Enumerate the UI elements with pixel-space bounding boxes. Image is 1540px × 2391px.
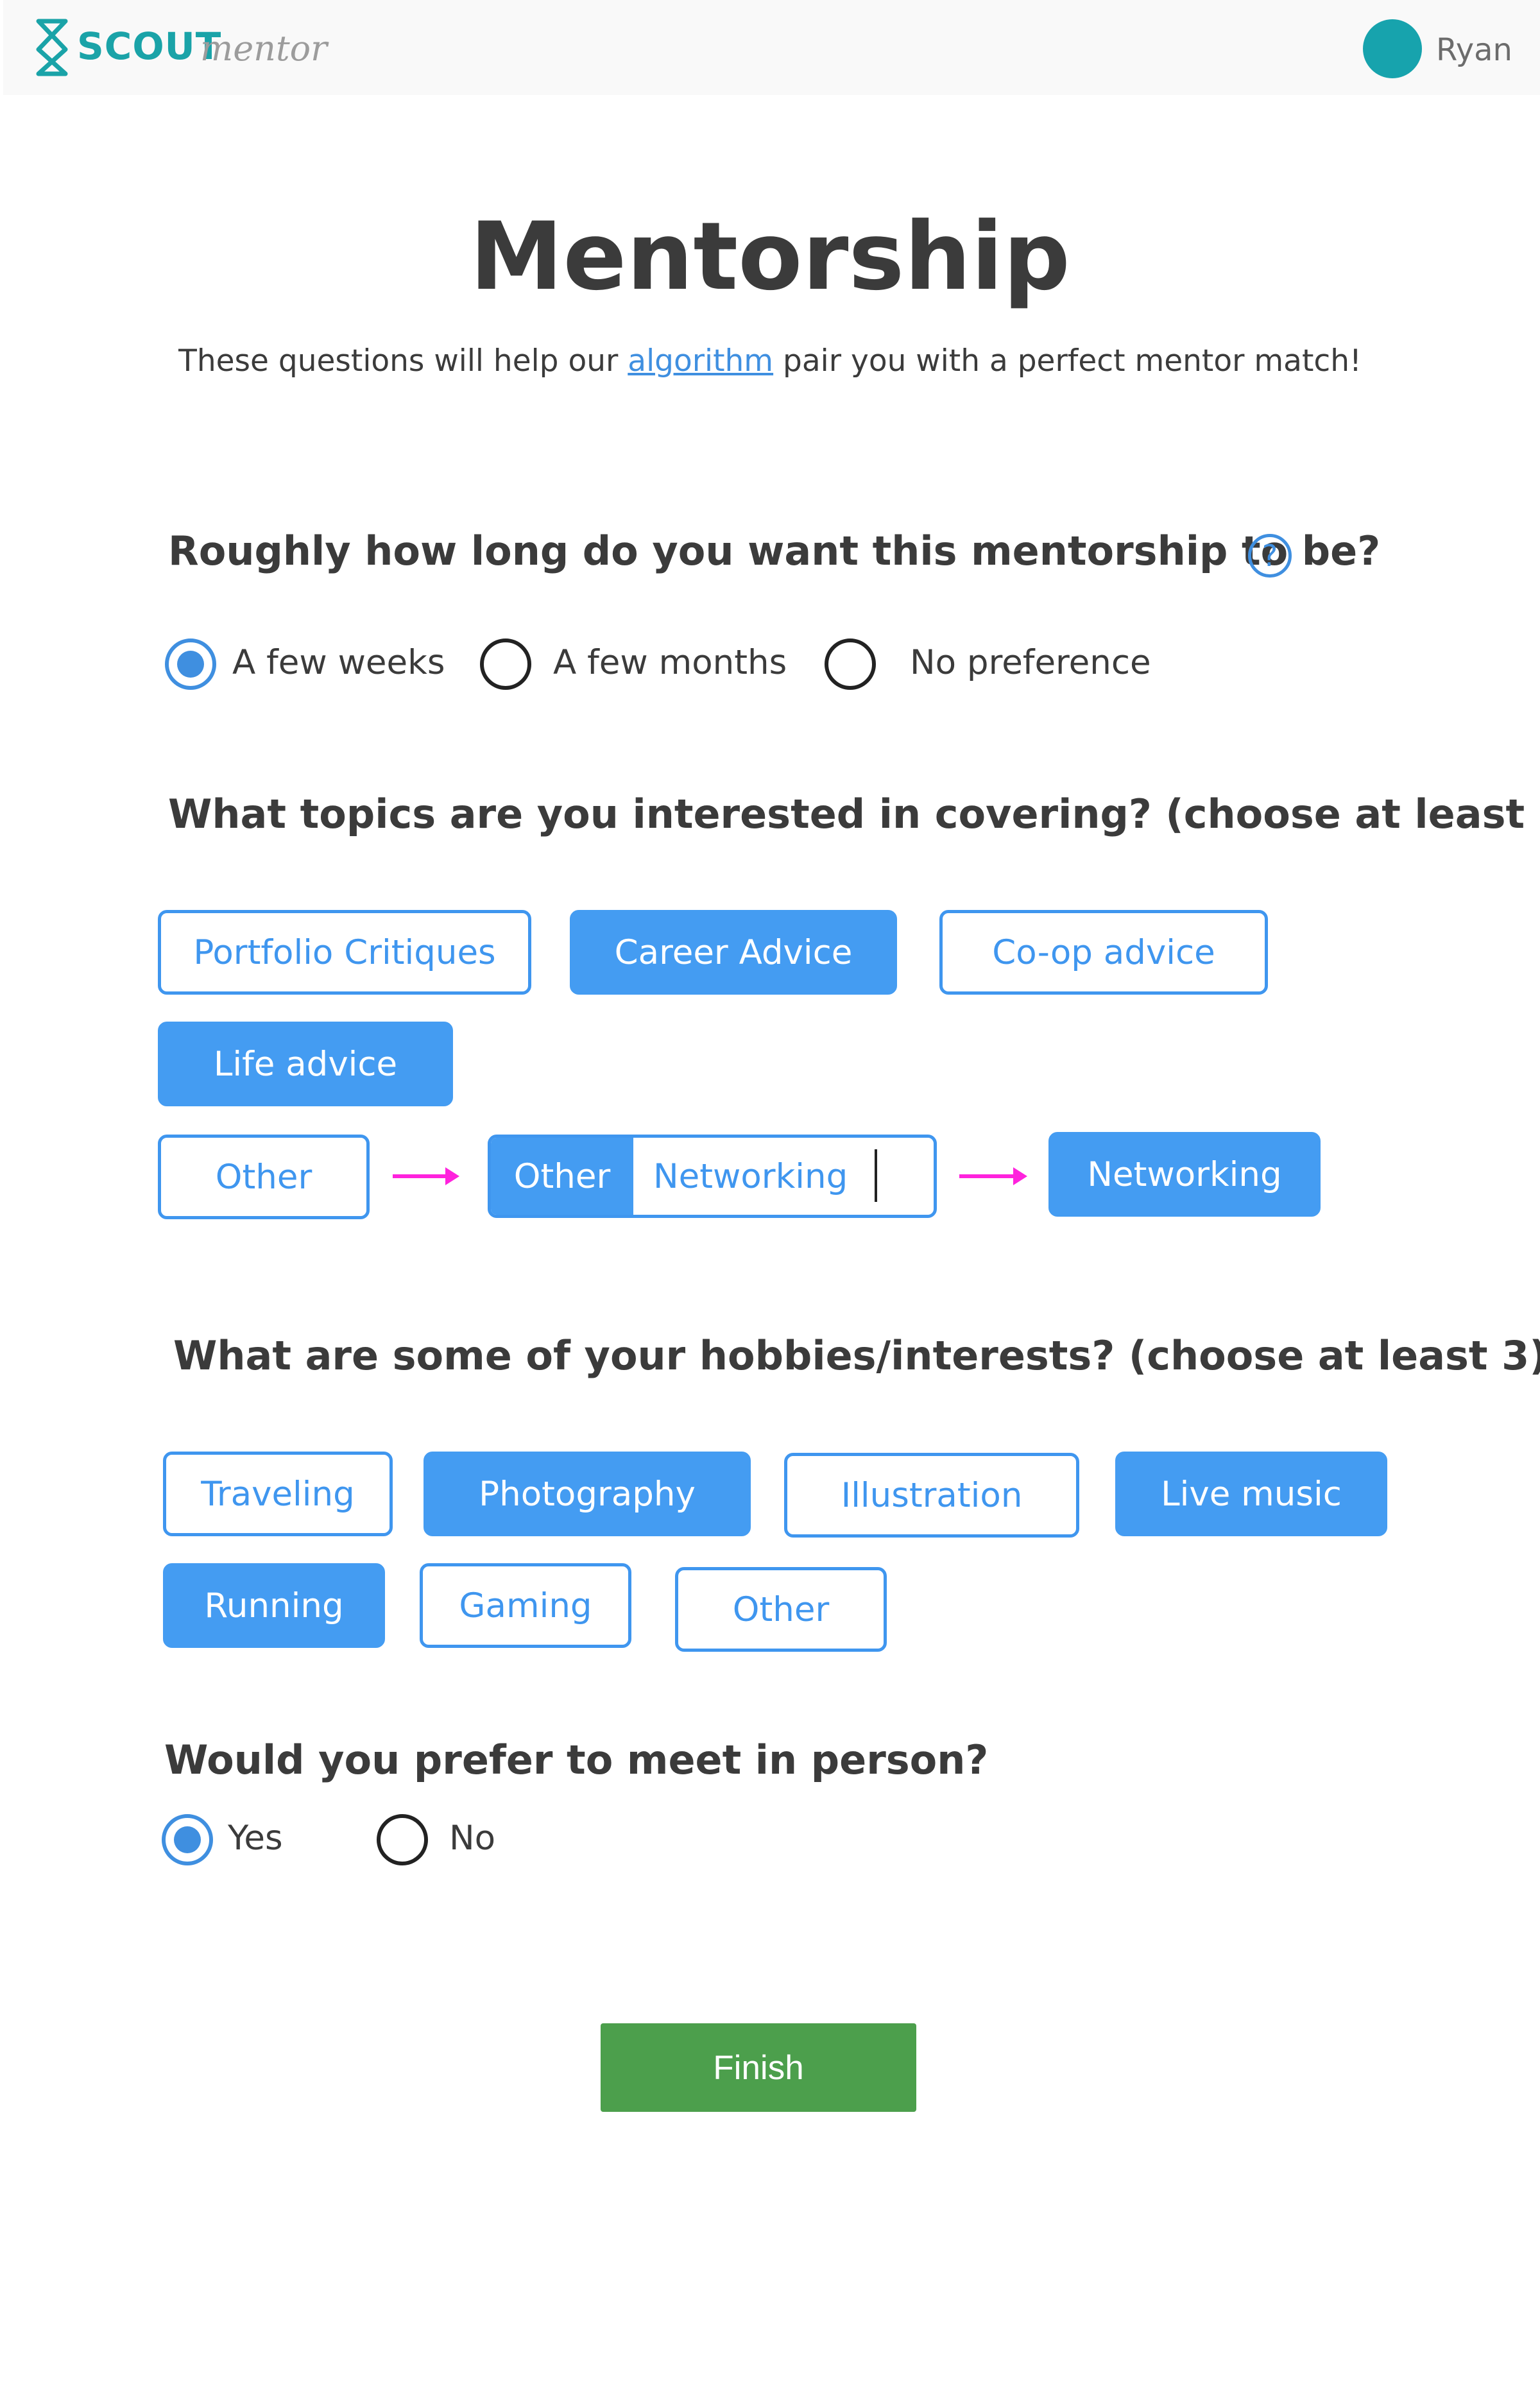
page-title: Mentorship (470, 202, 1070, 311)
chip-live-music[interactable]: Live music (1115, 1452, 1387, 1536)
user-name[interactable]: Ryan (1436, 32, 1512, 68)
chip-life-advice[interactable]: Life advice (158, 1022, 453, 1106)
annotation-arrow (959, 1167, 1027, 1185)
chip-networking[interactable]: Networking (1048, 1132, 1321, 1217)
radio-label-yes: Yes (228, 1819, 283, 1858)
other-tag: Other (491, 1138, 633, 1215)
meet-in-person-question: Would you prefer to meet in person? (164, 1736, 989, 1783)
annotation-arrow (393, 1167, 459, 1185)
radio-a-few-months[interactable] (480, 638, 531, 690)
chip-traveling[interactable]: Traveling (163, 1452, 393, 1536)
radio-a-few-weeks[interactable] (165, 638, 216, 690)
radio-label-no-preference: No preference (910, 643, 1151, 682)
chip-other-topic[interactable]: Other (158, 1135, 370, 1219)
help-icon[interactable]: ? (1248, 534, 1292, 578)
chip-other-hobby[interactable]: Other (675, 1567, 887, 1652)
other-topic-input[interactable]: Other Networking (488, 1135, 937, 1218)
chip-gaming[interactable]: Gaming (420, 1563, 631, 1648)
other-input-value[interactable]: Networking (653, 1157, 848, 1196)
chip-portfolio-critiques[interactable]: Portfolio Critiques (158, 910, 531, 995)
chip-co-op-advice[interactable]: Co-op advice (939, 910, 1268, 995)
chip-photography[interactable]: Photography (424, 1452, 751, 1536)
radio-yes[interactable] (162, 1814, 213, 1865)
chip-career-advice[interactable]: Career Advice (570, 910, 897, 995)
subtitle-text-after: pair you with a perfect mentor match! (773, 343, 1362, 379)
chip-running[interactable]: Running (163, 1563, 385, 1648)
hobbies-question: What are some of your hobbies/interests?… (173, 1332, 1540, 1379)
text-cursor (875, 1149, 877, 1202)
topics-question: What topics are you interested in coveri… (168, 791, 1540, 837)
subtitle-text-before: These questions will help our (178, 343, 628, 379)
finish-button[interactable]: Finish (601, 2023, 916, 2112)
radio-no[interactable] (377, 1814, 428, 1865)
duration-question: Roughly how long do you want this mentor… (168, 527, 1381, 574)
page-subtitle: These questions will help our algorithm … (0, 343, 1540, 379)
avatar[interactable] (1363, 19, 1422, 78)
algorithm-link[interactable]: algorithm (628, 343, 773, 379)
radio-label-a-few-months: A few months (553, 643, 787, 682)
scout-logo-icon (36, 19, 68, 76)
radio-label-a-few-weeks: A few weeks (232, 643, 445, 682)
radio-no-preference[interactable] (825, 638, 876, 690)
logo-mentor-text[interactable]: mentor (200, 28, 327, 69)
radio-label-no: No (449, 1819, 496, 1858)
chip-illustration[interactable]: Illustration (784, 1453, 1079, 1538)
